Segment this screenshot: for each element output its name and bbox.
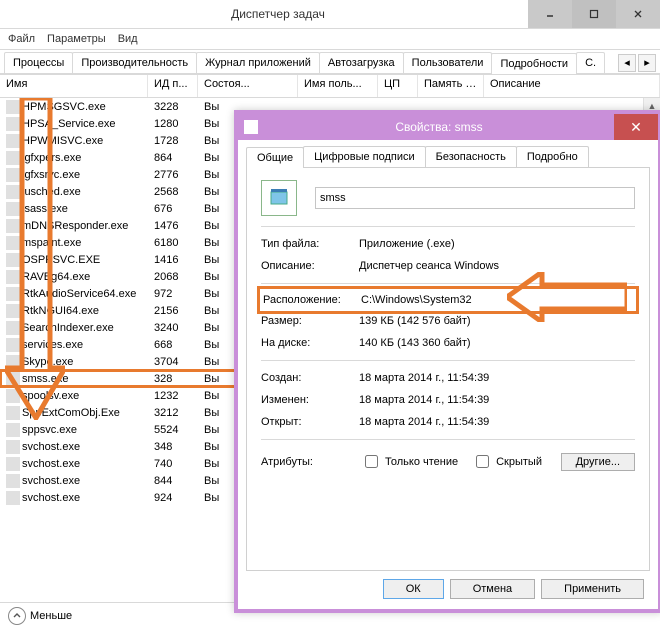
menu-file[interactable]: Файл	[8, 33, 35, 45]
disk-value: 140 КБ (143 360 байт)	[359, 337, 635, 349]
process-icon	[6, 457, 20, 471]
fewer-details-label: Меньше	[30, 610, 72, 622]
window-title: Диспетчер задач	[28, 7, 528, 21]
process-icon	[6, 304, 20, 318]
chevron-up-icon	[8, 607, 26, 625]
process-icon	[6, 474, 20, 488]
size-label: Размер:	[261, 315, 359, 327]
hidden-checkbox[interactable]: Скрытый	[472, 452, 542, 471]
opened-value: 18 марта 2014 г., 11:54:39	[359, 416, 635, 428]
cancel-button[interactable]: Отмена	[450, 579, 535, 599]
titlebar[interactable]: Диспетчер задач	[0, 0, 660, 29]
tab-nav-right-icon[interactable]: ▸	[638, 54, 656, 72]
dialog-icon	[244, 120, 258, 134]
created-label: Создан:	[261, 372, 359, 384]
attributes-label: Атрибуты:	[261, 456, 347, 468]
process-icon	[6, 270, 20, 284]
process-icon	[6, 117, 20, 131]
apply-button[interactable]: Применить	[541, 579, 644, 599]
tab-details[interactable]: Подробности	[491, 53, 577, 74]
tab-startup[interactable]: Автозагрузка	[319, 52, 404, 73]
created-value: 18 марта 2014 г., 11:54:39	[359, 372, 635, 384]
tab-nav-left-icon[interactable]: ◂	[618, 54, 636, 72]
disk-label: На диске:	[261, 337, 359, 349]
dialog-close-button[interactable]: ✕	[614, 114, 658, 140]
header-desc[interactable]: Описание	[484, 75, 660, 97]
menu-view[interactable]: Вид	[118, 33, 138, 45]
header-pid[interactable]: ИД п...	[148, 75, 198, 97]
process-icon	[6, 168, 20, 182]
tab-general[interactable]: Общие	[246, 147, 304, 168]
dialog-titlebar[interactable]: Свойства: smss ✕	[238, 114, 658, 140]
dialog-title: Свойства: smss	[264, 120, 614, 134]
process-icon	[6, 185, 20, 199]
process-icon	[6, 372, 20, 386]
process-icon	[6, 236, 20, 250]
tab-app-history[interactable]: Журнал приложений	[196, 52, 320, 73]
tab-processes[interactable]: Процессы	[4, 52, 73, 73]
location-value: C:\Windows\System32	[361, 294, 633, 306]
process-icon	[6, 134, 20, 148]
dialog-tabs: Общие Цифровые подписи Безопасность Подр…	[246, 146, 650, 168]
process-icon	[6, 389, 20, 403]
close-button[interactable]	[616, 0, 660, 28]
tab-signatures[interactable]: Цифровые подписи	[303, 146, 426, 167]
other-attributes-button[interactable]: Другие...	[561, 453, 635, 471]
type-value: Приложение (.exe)	[359, 238, 635, 250]
tab-performance[interactable]: Производительность	[72, 52, 197, 73]
file-icon	[261, 180, 297, 216]
process-icon	[6, 287, 20, 301]
process-icon	[6, 219, 20, 233]
menu-options[interactable]: Параметры	[47, 33, 106, 45]
tab-overflow[interactable]: С.	[576, 52, 605, 73]
location-label: Расположение:	[263, 294, 361, 306]
menubar: Файл Параметры Вид	[0, 29, 660, 49]
process-icon	[6, 100, 20, 114]
process-icon	[6, 338, 20, 352]
process-icon	[6, 321, 20, 335]
type-label: Тип файла:	[261, 238, 359, 250]
opened-label: Открыт:	[261, 416, 359, 428]
header-user[interactable]: Имя поль...	[298, 75, 378, 97]
process-icon	[6, 355, 20, 369]
properties-dialog: Свойства: smss ✕ Общие Цифровые подписи …	[234, 110, 660, 613]
process-icon	[6, 151, 20, 165]
readonly-checkbox[interactable]: Только чтение	[361, 452, 458, 471]
header-cpu[interactable]: ЦП	[378, 75, 418, 97]
filename-input[interactable]	[315, 187, 635, 209]
tab-details[interactable]: Подробно	[516, 146, 589, 167]
process-icon	[6, 440, 20, 454]
minimize-button[interactable]	[528, 0, 572, 28]
size-value: 139 КБ (142 576 байт)	[359, 315, 635, 327]
process-icon	[6, 423, 20, 437]
header-mem[interactable]: Память (ч...	[418, 75, 484, 97]
process-icon	[6, 406, 20, 420]
modified-value: 18 марта 2014 г., 11:54:39	[359, 394, 635, 406]
maximize-button[interactable]	[572, 0, 616, 28]
modified-label: Изменен:	[261, 394, 359, 406]
process-icon	[6, 253, 20, 267]
header-state[interactable]: Состоя...	[198, 75, 298, 97]
process-icon	[6, 202, 20, 216]
main-tabs: Процессы Производительность Журнал прило…	[0, 49, 660, 74]
column-headers: Имя ИД п... Состоя... Имя поль... ЦП Пам…	[0, 74, 660, 98]
desc-value: Диспетчер сеанса Windows	[359, 260, 635, 272]
desc-label: Описание:	[261, 260, 359, 272]
header-name[interactable]: Имя	[0, 75, 148, 97]
tab-users[interactable]: Пользователи	[403, 52, 493, 73]
ok-button[interactable]: ОК	[383, 579, 444, 599]
process-icon	[6, 491, 20, 505]
fewer-details-button[interactable]: Меньше	[8, 607, 72, 625]
tab-security[interactable]: Безопасность	[425, 146, 517, 167]
